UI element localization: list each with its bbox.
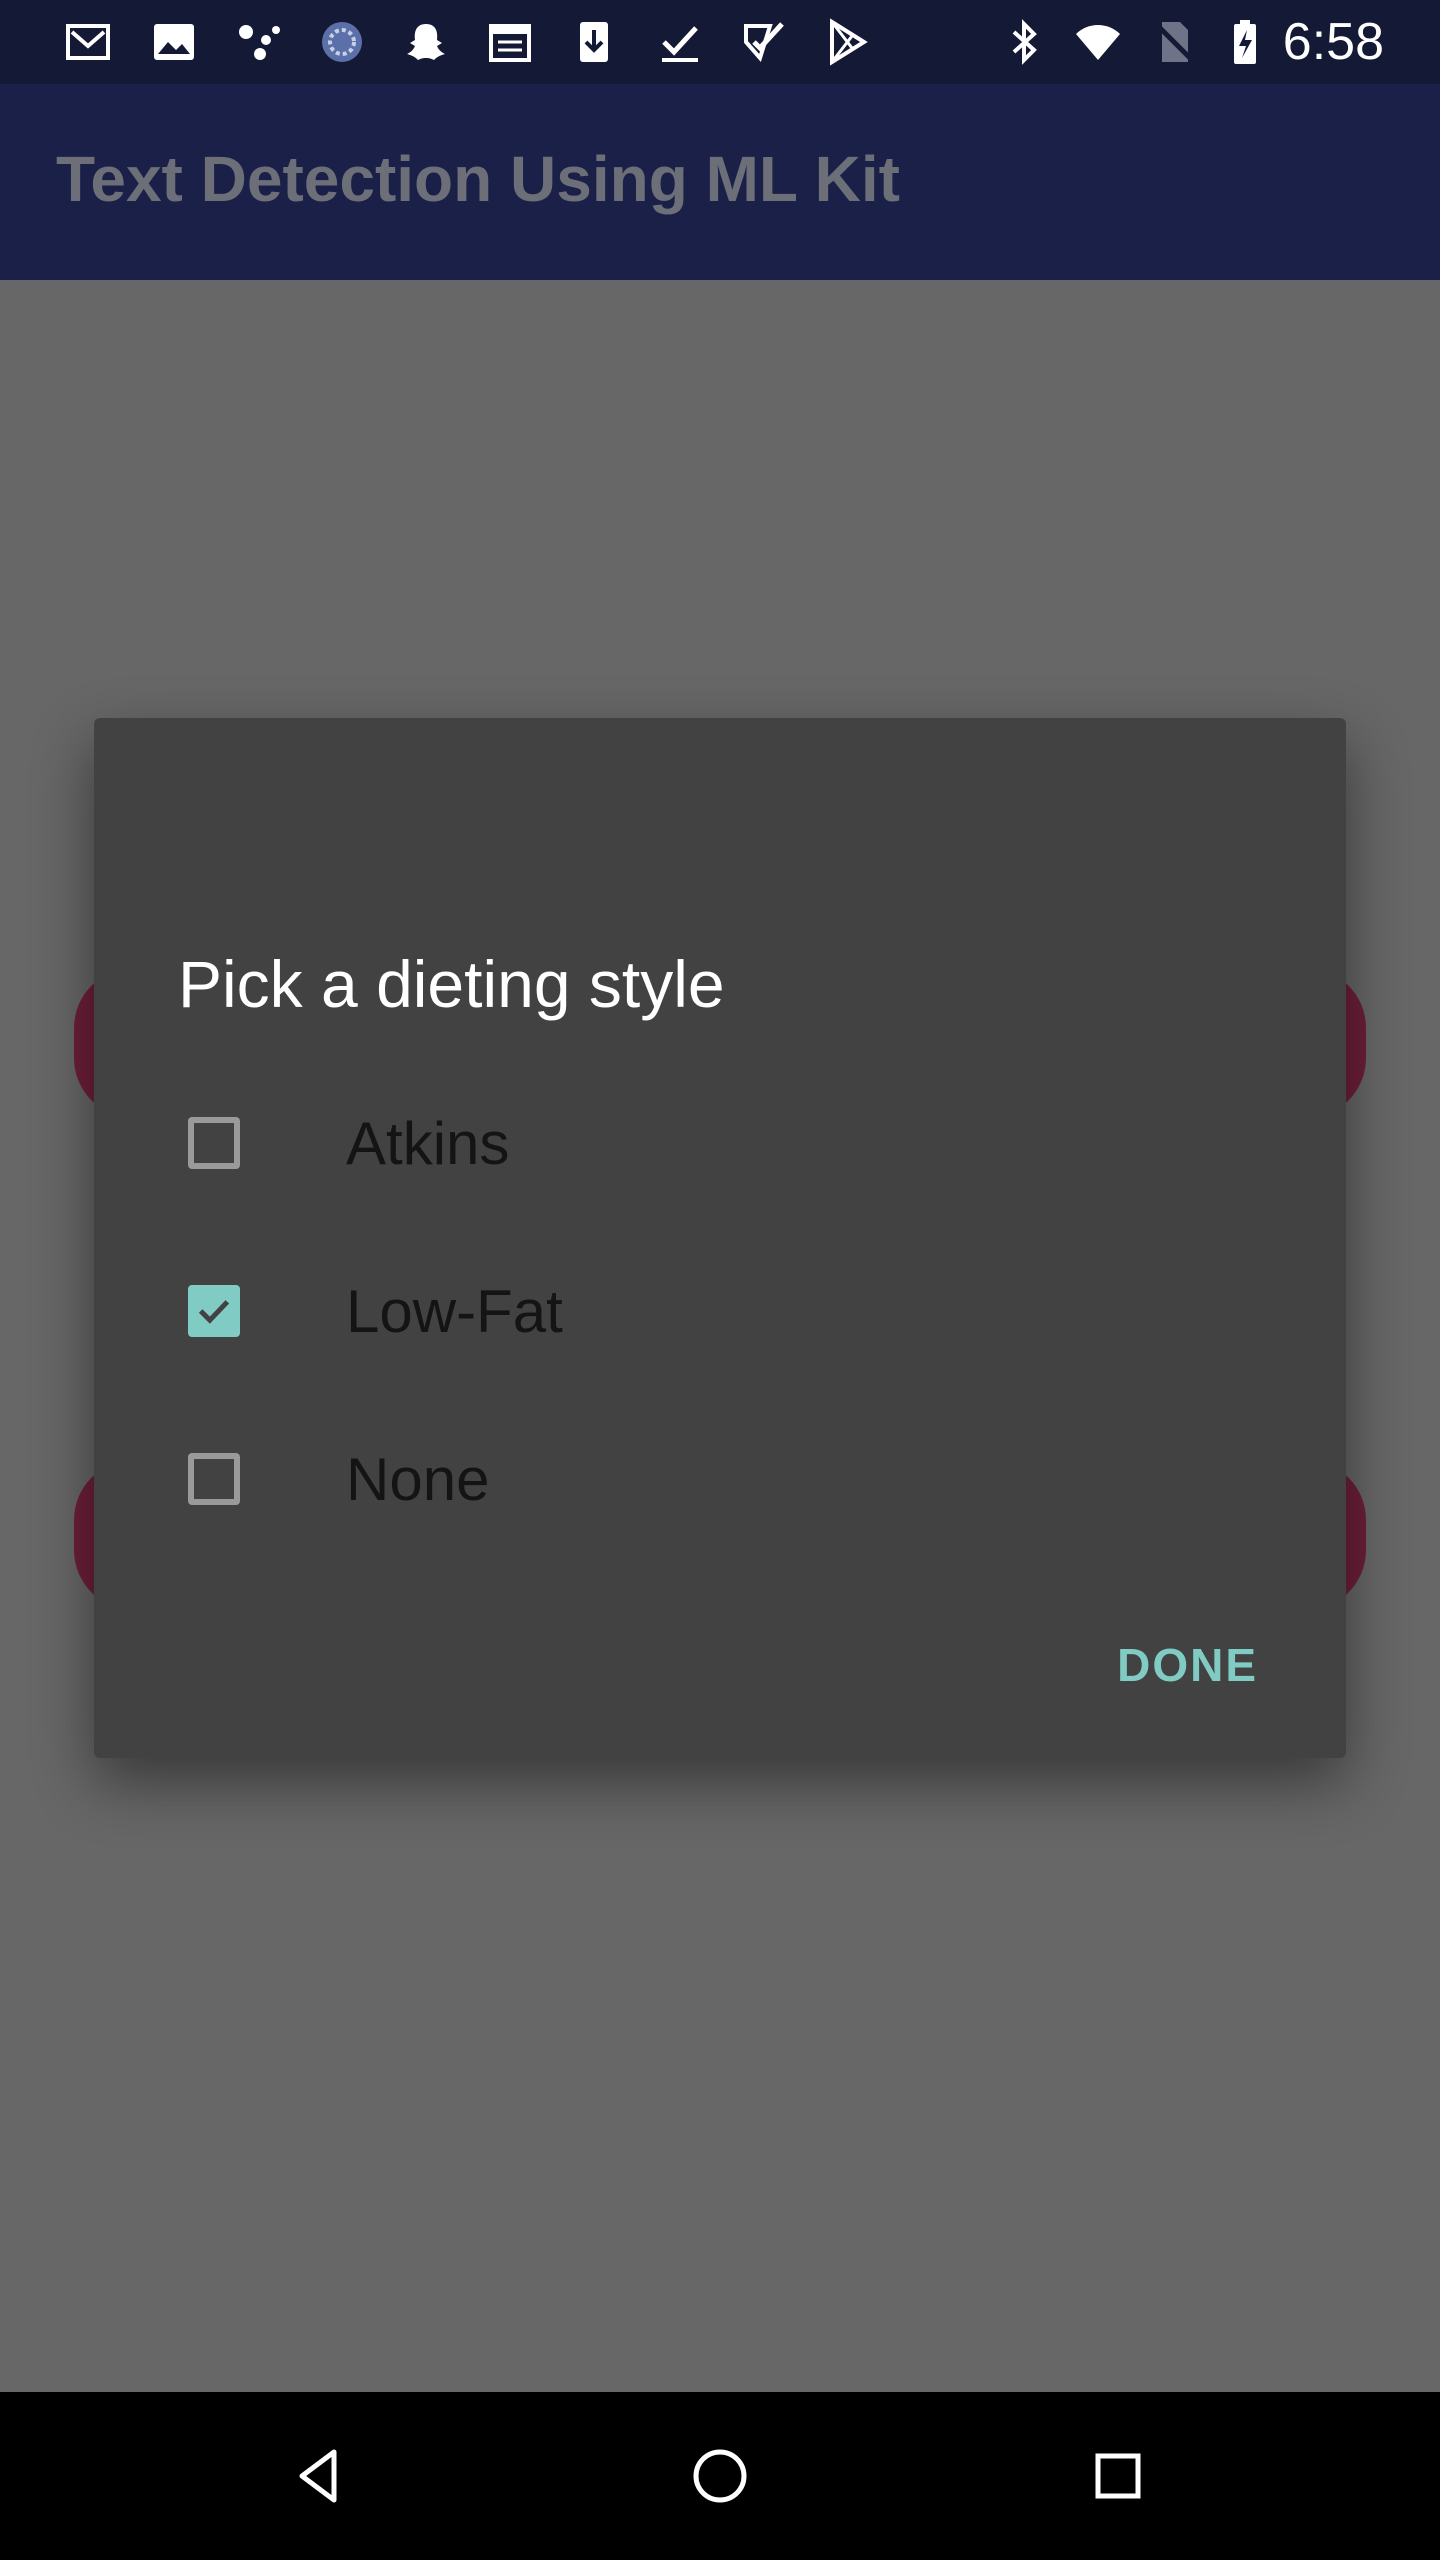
done-button[interactable]: DONE bbox=[1107, 1628, 1268, 1702]
option-label: Atkins bbox=[346, 1109, 510, 1177]
loader-icon bbox=[314, 14, 370, 70]
navigation-bar bbox=[0, 2392, 1440, 2560]
atkins-checkbox[interactable] bbox=[188, 1117, 240, 1169]
recents-icon[interactable] bbox=[1074, 2432, 1162, 2520]
back-icon[interactable] bbox=[276, 2432, 364, 2520]
app-title: Text Detection Using ML Kit bbox=[56, 143, 900, 215]
low-fat-checkbox[interactable] bbox=[188, 1285, 240, 1337]
bluetooth-icon bbox=[996, 14, 1052, 70]
wifi-icon bbox=[1070, 14, 1126, 70]
play-store-icon bbox=[820, 14, 876, 70]
battery-icon bbox=[1216, 14, 1272, 70]
snapchat-icon bbox=[398, 14, 454, 70]
option-label: Low-Fat bbox=[346, 1277, 563, 1345]
app-bar: Text Detection Using ML Kit bbox=[0, 84, 1440, 280]
calendar-icon bbox=[482, 14, 538, 70]
option-low-fat[interactable]: Low-Fat bbox=[94, 1236, 1346, 1386]
diet-picker-dialog: Pick a dieting style Atkins Low-Fat None… bbox=[94, 718, 1346, 1758]
option-label: None bbox=[346, 1445, 490, 1513]
check-icon bbox=[652, 14, 708, 70]
status-bar: 6:58 bbox=[0, 0, 1440, 84]
gmail-icon bbox=[60, 14, 116, 70]
tasks-icon bbox=[736, 14, 792, 70]
gallery-icon bbox=[146, 14, 202, 70]
download-icon bbox=[566, 14, 622, 70]
no-sim-icon bbox=[1146, 14, 1202, 70]
none-checkbox[interactable] bbox=[188, 1453, 240, 1505]
home-icon[interactable] bbox=[676, 2432, 764, 2520]
checkmark-icon bbox=[198, 1300, 230, 1324]
option-atkins[interactable]: Atkins bbox=[94, 1068, 1346, 1218]
option-none[interactable]: None bbox=[94, 1404, 1346, 1554]
assistant-icon bbox=[230, 14, 286, 70]
status-clock: 6:58 bbox=[1282, 13, 1384, 71]
dialog-title: Pick a dieting style bbox=[178, 947, 725, 1021]
